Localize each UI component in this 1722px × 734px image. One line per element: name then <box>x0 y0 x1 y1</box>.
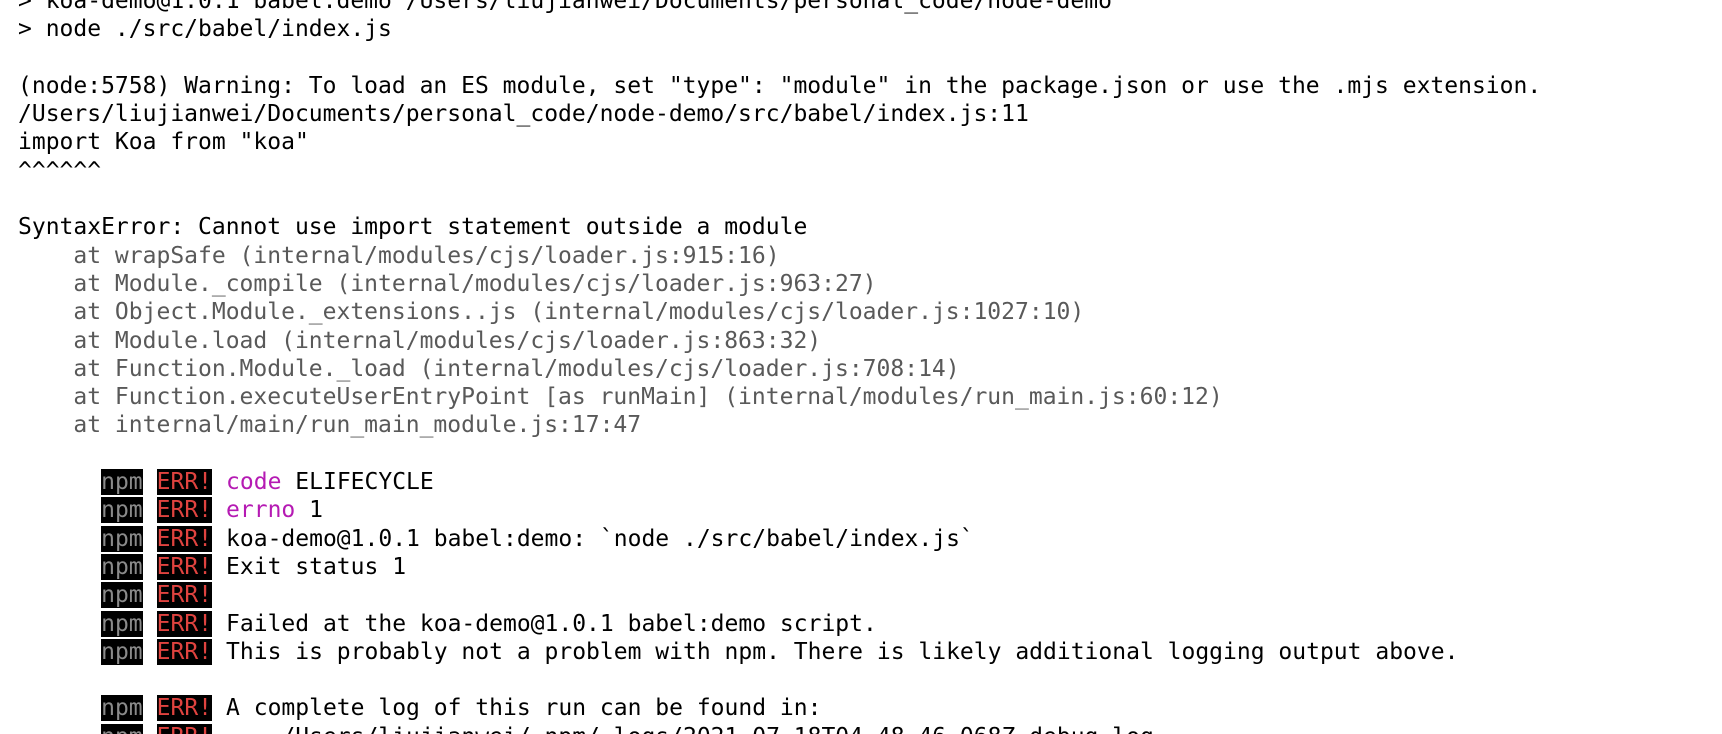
npm-log-text: A complete log of this run can be found … <box>226 695 822 722</box>
err-tag: ERR! <box>156 610 213 637</box>
npm-tag: npm <box>101 695 143 722</box>
err-tag: ERR! <box>156 553 213 580</box>
npm-error-text: Failed at the koa-demo@1.0.1 babel:demo … <box>226 610 877 637</box>
npm-error-line: npm ERR! code ELIFECYCLE <box>18 440 1541 496</box>
npm-tag: npm <box>101 525 143 552</box>
stack-trace-line: at Function.Module._load (internal/modul… <box>18 355 960 382</box>
stack-trace-line: at Object.Module._extensions..js (intern… <box>18 299 1085 326</box>
syntax-error-line: SyntaxError: Cannot use import statement… <box>18 214 808 241</box>
npm-tag: npm <box>101 582 143 609</box>
npm-tag: npm <box>101 553 143 580</box>
npm-error-key: errno <box>226 497 296 524</box>
npm-tag: npm <box>101 610 143 637</box>
npm-error-line: npm ERR! A complete log of this run can be… <box>18 666 1541 722</box>
terminal-window[interactable]: > koa-demo@1.0.1 babel:demo /Users/liuji… <box>0 0 1722 734</box>
err-tag: ERR! <box>156 723 213 734</box>
source-code-line: import Koa from "koa" <box>18 129 309 156</box>
err-tag: ERR! <box>156 695 213 722</box>
warning-line: (node:5758) Warning: To load an ES modul… <box>18 72 1542 99</box>
npm-error-text: koa-demo@1.0.1 babel:demo: `node ./src/b… <box>226 525 974 552</box>
err-tag: ERR! <box>156 469 213 496</box>
error-caret-line: ^^^^^^ <box>18 157 102 184</box>
err-tag: ERR! <box>156 638 213 665</box>
error-location-line: /Users/liujianwei/Documents/personal_cod… <box>18 101 1029 128</box>
err-tag: ERR! <box>156 497 213 524</box>
terminal-output: > koa-demo@1.0.1 babel:demo /Users/liuji… <box>18 0 1542 734</box>
stack-trace-line: at Function.executeUserEntryPoint [as ru… <box>18 384 1223 411</box>
npm-error-text: 1 <box>309 497 323 524</box>
err-tag: ERR! <box>156 582 213 609</box>
stack-trace-line: at internal/main/run_main_module.js:17:4… <box>18 412 642 439</box>
npm-tag: npm <box>101 497 143 524</box>
npm-tag: npm <box>101 469 143 496</box>
stack-trace-line: at Module._compile (internal/modules/cjs… <box>18 270 877 297</box>
npm-error-line: npm ERR! Failed at the koa-demo@1.0.1 babe… <box>18 581 1541 637</box>
npm-error-text: This is probably not a problem with npm.… <box>226 638 1459 665</box>
err-tag: ERR! <box>156 525 213 552</box>
stack-trace-line: at Module.load (internal/modules/cjs/loa… <box>18 327 822 354</box>
npm-error-text: ELIFECYCLE <box>295 469 434 496</box>
stack-trace-line: at wrapSafe (internal/modules/cjs/loader… <box>18 242 780 269</box>
npm-error-text: Exit status 1 <box>226 553 407 580</box>
npm-tag: npm <box>101 638 143 665</box>
npm-tag: npm <box>101 723 143 734</box>
output-line: > koa-demo@1.0.1 babel:demo /Users/liuji… <box>18 0 1112 14</box>
npm-log-path: /Users/liujianwei/.npm/_logs/2021-07-18T… <box>226 724 1153 734</box>
npm-error-key: code <box>226 469 282 496</box>
output-line: > node ./src/babel/index.js <box>18 16 392 43</box>
